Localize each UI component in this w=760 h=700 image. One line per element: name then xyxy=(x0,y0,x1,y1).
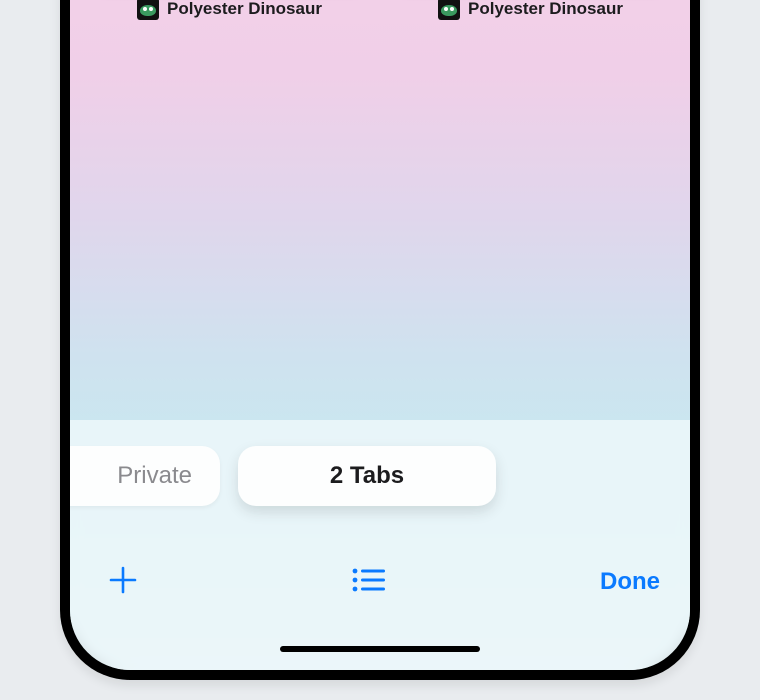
phone-frame: Polyester Dinosaur Polyester Dinosaur Pr… xyxy=(60,0,700,680)
tab-group-private-label: Private xyxy=(117,462,192,490)
dinosaur-icon xyxy=(438,0,460,20)
toolbar: Done xyxy=(70,550,690,614)
tab-label-row: Polyester Dinosaur xyxy=(137,0,322,20)
tab-groups-button[interactable] xyxy=(352,567,386,598)
tab-group-active-label: 2 Tabs xyxy=(330,462,404,490)
tab-card[interactable]: Polyester Dinosaur xyxy=(88,0,371,40)
done-label: Done xyxy=(600,568,660,596)
done-button[interactable]: Done xyxy=(600,568,660,596)
tab-group-scroller[interactable]: Private 2 Tabs xyxy=(70,440,690,512)
tab-group-private[interactable]: Private xyxy=(70,446,220,506)
tab-label-row: Polyester Dinosaur xyxy=(438,0,623,20)
tab-group-active[interactable]: 2 Tabs xyxy=(238,446,496,506)
home-indicator[interactable] xyxy=(280,646,480,652)
list-bullet-icon xyxy=(352,567,386,598)
tab-title: Polyester Dinosaur xyxy=(468,0,623,19)
tab-title: Polyester Dinosaur xyxy=(167,0,322,19)
new-tab-button[interactable] xyxy=(108,565,138,600)
tabs-overview-grid: Polyester Dinosaur Polyester Dinosaur xyxy=(70,0,690,40)
tab-card[interactable]: Polyester Dinosaur xyxy=(389,0,672,40)
plus-icon xyxy=(108,565,138,600)
bottom-bar: Private 2 Tabs xyxy=(70,420,690,670)
dinosaur-icon xyxy=(137,0,159,20)
phone-screen: Polyester Dinosaur Polyester Dinosaur Pr… xyxy=(70,0,690,670)
